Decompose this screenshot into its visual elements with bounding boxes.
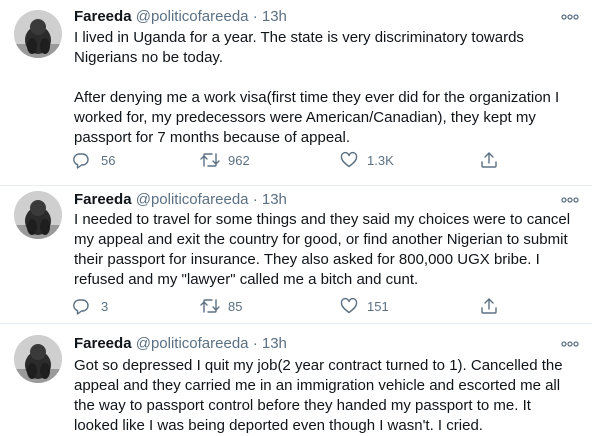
retweet-icon <box>200 299 220 313</box>
retweet-button[interactable]: 85 <box>200 296 242 316</box>
share-button[interactable] <box>480 150 498 170</box>
tweet-actions: 3 85 151 <box>72 296 512 316</box>
tweet-paragraph: After denying me a work visa(first time … <box>74 89 560 146</box>
share-icon <box>481 298 497 314</box>
retweet-count: 85 <box>228 298 243 314</box>
tweet-thread: Fareeda @politicofareeda · 13h I lived i… <box>0 0 592 434</box>
avatar-photo <box>14 10 62 58</box>
like-count: 151 <box>367 298 389 314</box>
author-name[interactable]: Fareeda <box>74 191 132 208</box>
separator: · <box>252 8 258 25</box>
reply-icon <box>73 299 89 315</box>
heart-icon <box>340 297 358 314</box>
tweet[interactable]: Fareeda @politicofareeda · 13h I lived i… <box>0 0 592 186</box>
avatar[interactable] <box>14 191 62 239</box>
avatar[interactable] <box>14 10 62 58</box>
retweet-button[interactable]: 962 <box>200 150 250 170</box>
share-icon <box>481 152 497 168</box>
tweet[interactable]: Fareeda @politicofareeda · 13h Got so de… <box>0 324 592 434</box>
tweet-text: Got so depressed I quit my job(2 year co… <box>74 356 579 436</box>
author-handle[interactable]: @politicofareeda <box>136 8 249 25</box>
reply-icon <box>73 153 89 169</box>
tweet-time[interactable]: 13h <box>262 335 287 352</box>
reply-count: 56 <box>101 152 116 168</box>
separator: · <box>252 335 258 352</box>
like-count: 1.3K <box>367 152 394 168</box>
tweet-paragraph: I needed to travel for some things and t… <box>74 211 571 288</box>
reply-button[interactable]: 56 <box>72 150 115 170</box>
tweet[interactable]: Fareeda @politicofareeda · 13h I needed … <box>0 186 592 324</box>
tweet-header: Fareeda @politicofareeda · 13h <box>74 7 572 26</box>
more-horizontal-icon[interactable] <box>560 10 580 22</box>
tweet-text: I needed to travel for some things and t… <box>74 210 579 290</box>
author-handle[interactable]: @politicofareeda <box>136 335 249 352</box>
tweet-paragraph: I lived in Uganda for a year. The state … <box>74 29 524 66</box>
tweet-paragraph: Got so depressed I quit my job(2 year co… <box>74 357 563 434</box>
tweet-text: I lived in Uganda for a year. The state … <box>74 28 579 148</box>
avatar-photo <box>14 191 62 239</box>
like-button[interactable]: 1.3K <box>340 150 394 170</box>
reply-count: 3 <box>101 298 109 314</box>
avatar[interactable] <box>14 335 62 383</box>
tweet-actions: 56 962 1.3K <box>72 150 512 170</box>
tweet-header: Fareeda @politicofareeda · 13h <box>74 334 572 353</box>
retweet-icon <box>200 153 220 167</box>
more-horizontal-icon[interactable] <box>560 193 580 205</box>
author-name[interactable]: Fareeda <box>74 8 132 25</box>
reply-button[interactable]: 3 <box>72 296 108 316</box>
avatar-photo <box>14 335 62 383</box>
separator: · <box>252 191 258 208</box>
author-name[interactable]: Fareeda <box>74 335 132 352</box>
tweet-time[interactable]: 13h <box>262 8 287 25</box>
like-button[interactable]: 151 <box>340 296 389 316</box>
tweet-time[interactable]: 13h <box>262 191 287 208</box>
tweet-header: Fareeda @politicofareeda · 13h <box>74 190 572 209</box>
author-handle[interactable]: @politicofareeda <box>136 191 249 208</box>
retweet-count: 962 <box>228 152 250 168</box>
share-button[interactable] <box>480 296 498 316</box>
more-horizontal-icon[interactable] <box>560 337 580 349</box>
heart-icon <box>340 151 358 168</box>
